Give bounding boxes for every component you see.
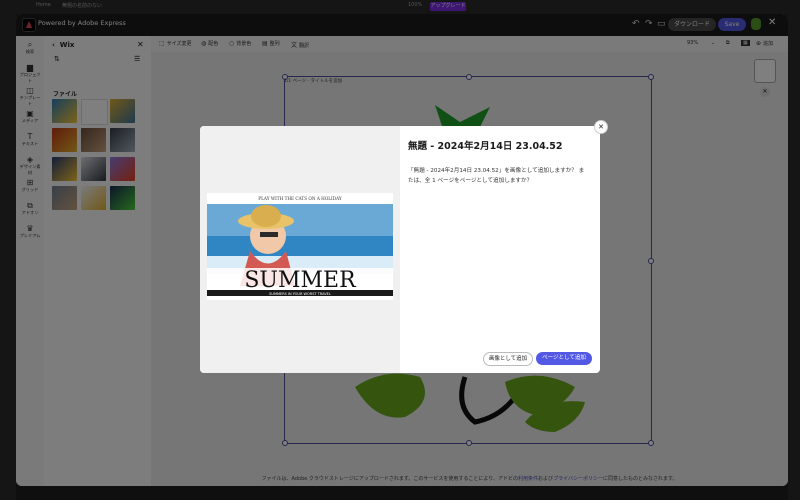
- dialog-close-icon[interactable]: ✕: [594, 120, 608, 134]
- file-preview: PLAY WITH THE CATS ON A HOLIDAY SUMMER S…: [200, 126, 400, 373]
- preview-sub-text: SUMMERS IN YOUR WORST TRAVEL: [269, 292, 331, 296]
- dialog-body: 「無題 - 2024年2月14日 23.04.52」を画像として追加しますか？ …: [408, 168, 585, 184]
- dialog-title: 無題 - 2024年2月14日 23.04.52: [408, 141, 563, 152]
- preview-image: PLAY WITH THE CATS ON A HOLIDAY SUMMER S…: [207, 193, 393, 300]
- preview-big-text: SUMMER: [244, 268, 357, 293]
- add-as-image-button[interactable]: 画像として追加: [483, 352, 533, 366]
- preview-top-text: PLAY WITH THE CATS ON A HOLIDAY: [258, 196, 342, 201]
- add-file-dialog: PLAY WITH THE CATS ON A HOLIDAY SUMMER S…: [200, 126, 600, 373]
- add-as-page-button[interactable]: ページとして追加: [536, 352, 592, 365]
